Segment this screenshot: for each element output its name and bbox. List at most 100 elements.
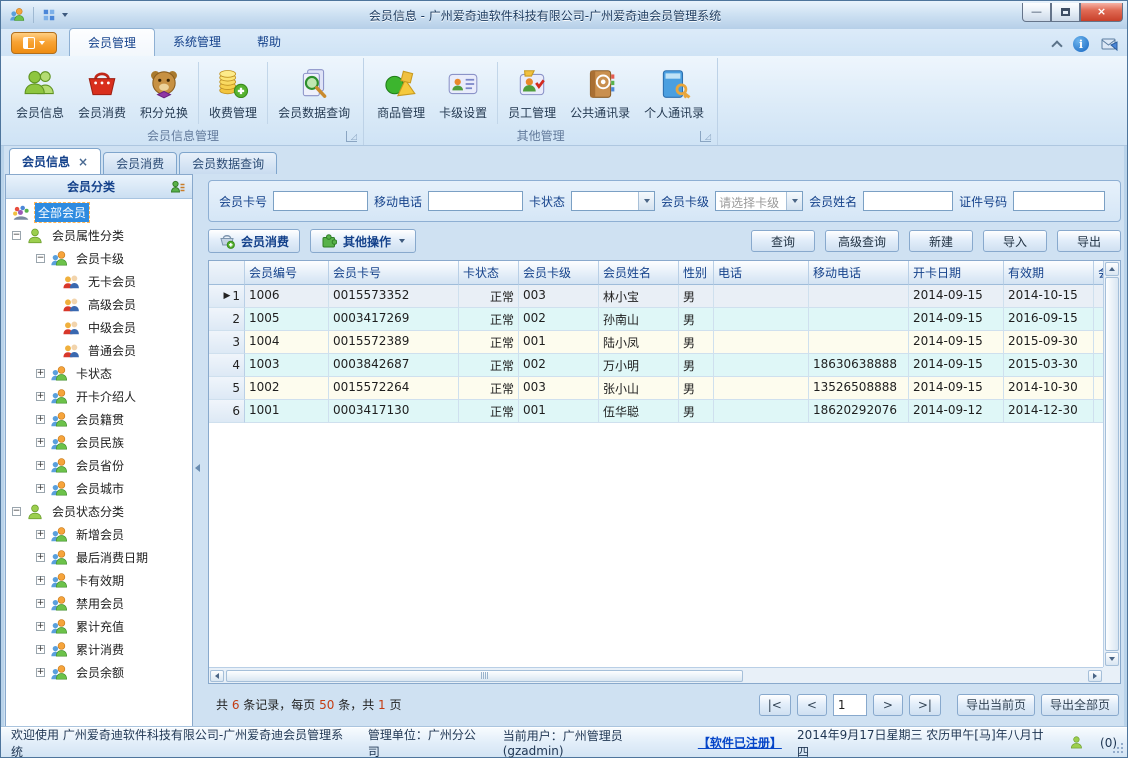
- collapse-ribbon-icon[interactable]: [1051, 39, 1063, 52]
- tree-item-normal-member[interactable]: 普通会员: [6, 339, 192, 362]
- tree-item-member-city[interactable]: + 会员城市: [6, 477, 192, 500]
- column-header-5[interactable]: 会员姓名: [599, 261, 679, 285]
- doctab-member-data-query[interactable]: 会员数据查询: [179, 152, 278, 174]
- tree-item-card-validity[interactable]: + 卡有效期: [6, 569, 192, 592]
- collapse-icon[interactable]: −: [36, 254, 45, 263]
- column-header-3[interactable]: 卡状态: [459, 261, 519, 285]
- expand-icon[interactable]: +: [36, 369, 45, 378]
- column-header-9[interactable]: 开卡日期: [909, 261, 1004, 285]
- vertical-scroll-thumb[interactable]: [1105, 277, 1119, 651]
- tree-item-member-card-level[interactable]: − 会员卡级: [6, 247, 192, 270]
- goods-management-button[interactable]: 商品管理: [370, 64, 432, 123]
- export-all-pages-button[interactable]: 导出全部页: [1040, 693, 1119, 716]
- dialog-launcher-icon[interactable]: ◿: [346, 131, 358, 142]
- tree-item-member-balance[interactable]: + 会员余额: [6, 661, 192, 684]
- expand-icon[interactable]: +: [36, 438, 45, 447]
- member-data-query-button[interactable]: 会员数据查询: [271, 64, 357, 123]
- dialog-launcher-icon[interactable]: ◿: [700, 131, 712, 142]
- tree-item-card-referrer[interactable]: + 开卡介绍人: [6, 385, 192, 408]
- column-header-1[interactable]: 会员编号: [245, 261, 329, 285]
- expand-icon[interactable]: +: [36, 668, 45, 677]
- export-button[interactable]: 导出: [1057, 230, 1121, 252]
- expand-icon[interactable]: +: [36, 576, 45, 585]
- member-name-field[interactable]: [863, 191, 954, 211]
- collapse-icon[interactable]: −: [12, 507, 21, 516]
- collapse-icon[interactable]: −: [12, 231, 21, 240]
- column-header-4[interactable]: 会员卡级: [519, 261, 599, 285]
- close-button[interactable]: ×: [1080, 2, 1123, 22]
- expand-icon[interactable]: +: [36, 530, 45, 539]
- query-button[interactable]: 查询: [750, 230, 815, 252]
- minimize-button[interactable]: —: [1022, 2, 1051, 22]
- horizontal-scrollbar[interactable]: [209, 667, 1103, 683]
- column-header-8[interactable]: 移动电话: [809, 261, 909, 285]
- first-page-button[interactable]: |<: [758, 693, 791, 716]
- table-row[interactable]: ▶ 1 1006 0015573352 正常 003 林小宝男 2014-09-15 2014-…: [209, 285, 1103, 308]
- doctab-member-info[interactable]: 会员信息 ×: [9, 148, 102, 174]
- collapse-sidebar-icon[interactable]: [195, 464, 200, 472]
- tree-item-member-province[interactable]: + 会员省份: [6, 454, 192, 477]
- staff-management-button[interactable]: 员工管理: [501, 64, 563, 123]
- column-header-2[interactable]: 会员卡号: [329, 261, 459, 285]
- column-header-7[interactable]: 电话: [714, 261, 809, 285]
- mail-help-icon[interactable]: [1101, 36, 1119, 52]
- chevron-down-icon[interactable]: [638, 192, 655, 210]
- page-input[interactable]: 1: [832, 693, 867, 716]
- tab-system-management[interactable]: 系统管理: [155, 28, 239, 56]
- scroll-right-button[interactable]: [1088, 669, 1102, 682]
- public-contacts-button[interactable]: 公共通讯录: [563, 64, 637, 123]
- card-no-field[interactable]: [273, 191, 369, 211]
- scroll-up-button[interactable]: [1105, 262, 1119, 276]
- table-row[interactable]: 6 1001 0003417130 正常 001 伍华聪男 18620292076 2014-…: [209, 400, 1103, 423]
- close-tab-icon[interactable]: ×: [78, 155, 88, 169]
- table-row[interactable]: 3 1004 0015572389 正常 001 陆小凤男 2014-09-15 2015-0…: [209, 331, 1103, 354]
- tree-item-disabled-members[interactable]: + 禁用会员: [6, 592, 192, 615]
- expand-icon[interactable]: +: [36, 392, 45, 401]
- info-icon[interactable]: i: [1073, 36, 1089, 52]
- expand-icon[interactable]: +: [36, 484, 45, 493]
- prev-page-button[interactable]: <: [796, 693, 827, 716]
- column-header-11[interactable]: 会员: [1094, 261, 1103, 285]
- doctab-member-consume[interactable]: 会员消费: [103, 152, 178, 174]
- expand-icon[interactable]: +: [36, 599, 45, 608]
- member-consume-button[interactable]: 会员消费: [71, 64, 133, 123]
- table-row[interactable]: 4 1003 0003842687 正常 002 万小明男 18630638888 2014-…: [209, 354, 1103, 377]
- tree-item-member-status-category[interactable]: − 会员状态分类: [6, 500, 192, 523]
- resize-grip[interactable]: [1111, 741, 1123, 753]
- tree-item-new-members[interactable]: + 新增会员: [6, 523, 192, 546]
- card-status-select[interactable]: [571, 191, 656, 211]
- table-row[interactable]: 5 1002 0015572264 正常 003 张小山男 13526508888 2014-…: [209, 377, 1103, 400]
- tree-item-total-consume[interactable]: + 累计消费: [6, 638, 192, 661]
- export-current-page-button[interactable]: 导出当前页: [956, 693, 1035, 716]
- import-button[interactable]: 导入: [983, 230, 1047, 252]
- expand-icon[interactable]: +: [36, 553, 45, 562]
- mobile-field[interactable]: [428, 191, 524, 211]
- fee-management-button[interactable]: 收费管理: [202, 64, 264, 123]
- tree-item-member-native-place[interactable]: + 会员籍贯: [6, 408, 192, 431]
- last-page-button[interactable]: >|: [908, 693, 941, 716]
- scroll-left-button[interactable]: [210, 669, 224, 682]
- advanced-query-button[interactable]: 高级查询: [824, 230, 899, 252]
- sidebar-splitter[interactable]: [193, 174, 202, 727]
- other-actions-button[interactable]: 其他操作: [310, 229, 417, 253]
- registered-link[interactable]: 【软件已注册】: [698, 734, 782, 751]
- tree-item-middle-member[interactable]: 中级会员: [6, 316, 192, 339]
- tree-item-member-attribute-category[interactable]: − 会员属性分类: [6, 224, 192, 247]
- points-exchange-button[interactable]: 积分兑换: [133, 64, 195, 123]
- id-number-field[interactable]: [1013, 191, 1106, 211]
- application-menu-button[interactable]: [11, 32, 57, 54]
- expand-icon[interactable]: +: [36, 415, 45, 424]
- tree-item-card-status[interactable]: + 卡状态: [6, 362, 192, 385]
- expand-icon[interactable]: +: [36, 461, 45, 470]
- tree-item-total-recharge[interactable]: + 累计充值: [6, 615, 192, 638]
- vertical-scrollbar[interactable]: [1103, 261, 1120, 667]
- card-level-select[interactable]: 请选择卡级: [715, 191, 804, 211]
- tree-item-all-members[interactable]: 全部会员: [6, 201, 192, 224]
- tree-item-no-card-member[interactable]: 无卡会员: [6, 270, 192, 293]
- scroll-down-button[interactable]: [1105, 652, 1119, 666]
- member-consume-button[interactable]: 会员消费: [208, 229, 301, 253]
- next-page-button[interactable]: >: [872, 693, 903, 716]
- expand-icon[interactable]: +: [36, 645, 45, 654]
- chevron-down-icon[interactable]: [786, 192, 803, 210]
- expand-icon[interactable]: +: [36, 622, 45, 631]
